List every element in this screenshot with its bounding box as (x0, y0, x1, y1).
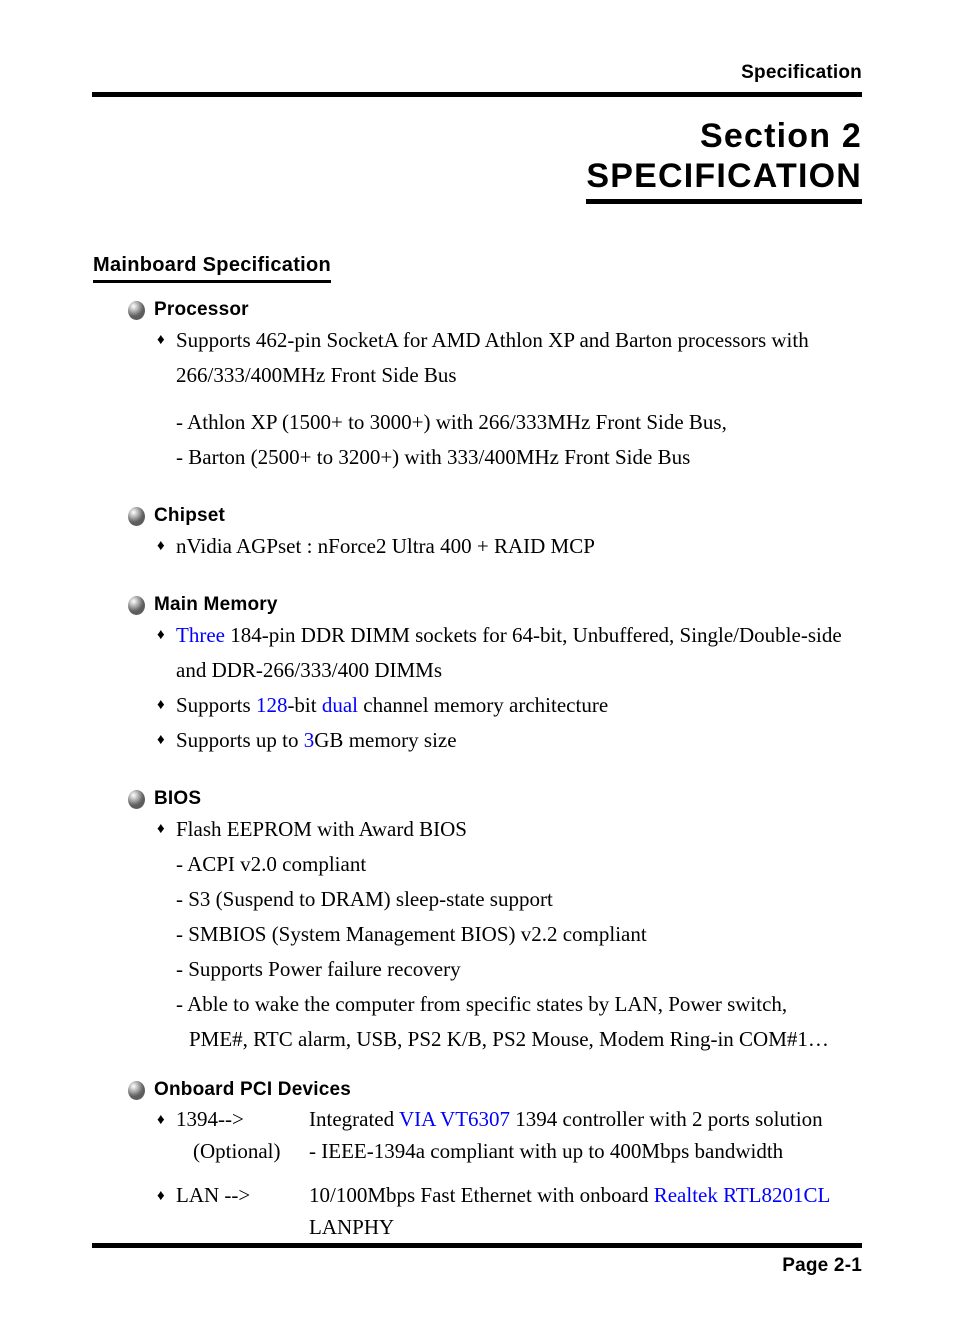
list-item: - ACPI v2.0 compliant (176, 847, 876, 882)
group-header-onboard-pci-devices: Onboard PCI Devices (128, 1077, 954, 1103)
list-item-text-continuation: PME#, RTC alarm, USB, PS2 K/B, PS2 Mouse… (189, 1027, 829, 1051)
group-header-main-memory: Main Memory (128, 592, 954, 618)
list-item-text: Supports 462-pin SocketA for AMD Athlon … (176, 328, 809, 387)
list-item: ♦ Flash EEPROM with Award BIOS (157, 812, 954, 847)
list-item-text: - SMBIOS (System Management BIOS) v2.2 c… (176, 922, 647, 946)
list-item-text: - Supports Power failure recovery (176, 957, 461, 981)
diamond-bullet-icon: ♦ (157, 732, 165, 748)
list-item: ♦ nVidia AGPset : nForce2 Ultra 400 + RA… (157, 529, 954, 564)
group-label-main-memory: Main Memory (154, 594, 278, 615)
diamond-bullet-icon: ♦ (157, 538, 165, 554)
header-rule (92, 92, 862, 97)
device-key: 1394--> (Optional) (176, 1103, 309, 1167)
list-item-text: - ACPI v2.0 compliant (176, 852, 367, 876)
spec-group-bios: BIOS ♦ Flash EEPROM with Award BIOS - AC… (0, 786, 954, 1057)
specification-content: Processor ♦ Supports 462-pin SocketA for… (0, 297, 954, 1243)
list-item-text: Flash EEPROM with Award BIOS (176, 817, 467, 841)
device-key-optional: (Optional) (193, 1139, 281, 1163)
device-key: LAN --> (176, 1179, 309, 1243)
list-item-text: - Able to wake the computer from specifi… (176, 992, 788, 1016)
list-item: ♦ Supports 128-bit dual channel memory a… (157, 688, 954, 723)
device-row-lan: ♦ LAN --> 10/100Mbps Fast Ethernet with … (157, 1179, 954, 1243)
list-item: ♦ Supports up to 3GB memory size (157, 723, 954, 758)
section-title: SPECIFICATION (586, 156, 862, 204)
section-number: Section 2 (700, 117, 862, 155)
gray-sphere-bullet-icon (128, 595, 145, 615)
list-item-text: Three 184-pin DDR DIMM sockets for 64-bi… (176, 618, 870, 688)
diamond-bullet-icon: ♦ (157, 1112, 165, 1128)
group-label-processor: Processor (154, 299, 249, 320)
page-number: Page 2-1 (782, 1255, 862, 1276)
text-part: 10/100Mbps Fast Ethernet with onboard (309, 1183, 654, 1207)
text-part: Supports (176, 693, 256, 717)
diamond-bullet-icon: ♦ (157, 821, 165, 837)
gray-sphere-bullet-icon (128, 1080, 145, 1100)
list-item: - SMBIOS (System Management BIOS) v2.2 c… (176, 917, 876, 952)
device-row-1394: ♦ 1394--> (Optional) Integrated VIA VT63… (157, 1103, 954, 1167)
spec-group-onboard-pci-devices: Onboard PCI Devices ♦ 1394--> (Optional)… (0, 1077, 954, 1243)
footer-rule (92, 1243, 862, 1248)
list-item-text-rest: 184-pin DDR DIMM sockets for 64-bit, Unb… (176, 623, 842, 682)
text-part: -bit (287, 693, 322, 717)
highlighted-value: VIA VT6307 (399, 1107, 511, 1131)
running-header: Specification (741, 62, 862, 83)
device-value-line: LANPHY (309, 1215, 395, 1239)
device-value-line: Integrated VIA VT6307 1394 controller wi… (309, 1103, 879, 1135)
list-item: ♦ Supports 462-pin SocketA for AMD Athlo… (157, 323, 954, 393)
list-item-text: Supports up to 3GB memory size (176, 723, 870, 758)
section-title-block: Section 2 SPECIFICATION (586, 116, 862, 204)
group-label-bios: BIOS (154, 788, 202, 809)
gray-sphere-bullet-icon (128, 300, 145, 320)
list-item: - Supports Power failure recovery (176, 952, 876, 987)
list-item: - S3 (Suspend to DRAM) sleep-state suppo… (176, 882, 876, 917)
highlighted-value: Three (176, 623, 225, 647)
group-header-processor: Processor (128, 297, 954, 323)
device-key-label: LAN --> (176, 1183, 251, 1207)
mainboard-specification-heading: Mainboard Specification (93, 253, 332, 283)
spec-group-chipset: Chipset ♦ nVidia AGPset : nForce2 Ultra … (0, 503, 954, 564)
spec-group-main-memory: Main Memory ♦ Three 184-pin DDR DIMM soc… (0, 592, 954, 758)
group-label-onboard-pci-devices: Onboard PCI Devices (154, 1079, 352, 1100)
device-value-line: 10/100Mbps Fast Ethernet with onboard Re… (309, 1179, 879, 1211)
device-value: 10/100Mbps Fast Ethernet with onboard Re… (309, 1179, 879, 1243)
gray-sphere-bullet-icon (128, 789, 145, 809)
list-item-text: - Athlon XP (1500+ to 3000+) with 266/33… (176, 410, 727, 434)
gray-sphere-bullet-icon (128, 506, 145, 526)
list-item: - Barton (2500+ to 3200+) with 333/400MH… (176, 440, 876, 475)
spec-group-processor: Processor ♦ Supports 462-pin SocketA for… (0, 297, 954, 475)
device-value: Integrated VIA VT6307 1394 controller wi… (309, 1103, 879, 1167)
document-page: Specification Section 2 SPECIFICATION Ma… (0, 0, 954, 1340)
text-part: Integrated (309, 1107, 399, 1131)
group-header-chipset: Chipset (128, 503, 954, 529)
text-part: GB memory size (314, 728, 457, 752)
list-item: - Athlon XP (1500+ to 3000+) with 266/33… (176, 405, 876, 440)
device-key-label: 1394--> (176, 1107, 244, 1131)
list-item-text: Supports 128-bit dual channel memory arc… (176, 688, 870, 723)
highlighted-value: Realtek RTL8201CL (653, 1183, 831, 1207)
highlighted-value: 3 (303, 728, 315, 752)
diamond-bullet-icon: ♦ (157, 627, 165, 643)
diamond-bullet-icon: ♦ (157, 332, 165, 348)
group-label-chipset: Chipset (154, 505, 226, 526)
group-header-bios: BIOS (128, 786, 954, 812)
highlighted-value: 128 (255, 693, 288, 717)
highlighted-value: dual (321, 693, 359, 717)
list-item-text: - S3 (Suspend to DRAM) sleep-state suppo… (176, 887, 553, 911)
list-item-text: - Barton (2500+ to 3200+) with 333/400MH… (176, 445, 691, 469)
diamond-bullet-icon: ♦ (157, 1188, 165, 1204)
text-part: Supports up to (176, 728, 304, 752)
text-part: channel memory architecture (358, 693, 609, 717)
list-item: ♦ Three 184-pin DDR DIMM sockets for 64-… (157, 618, 954, 688)
diamond-bullet-icon: ♦ (157, 697, 165, 713)
list-item-text: nVidia AGPset : nForce2 Ultra 400 + RAID… (176, 534, 595, 558)
list-item: - Able to wake the computer from specifi… (176, 987, 876, 1057)
device-value-line: - IEEE-1394a compliant with up to 400Mbp… (309, 1139, 784, 1163)
text-part: 1394 controller with 2 ports solution (510, 1107, 823, 1131)
